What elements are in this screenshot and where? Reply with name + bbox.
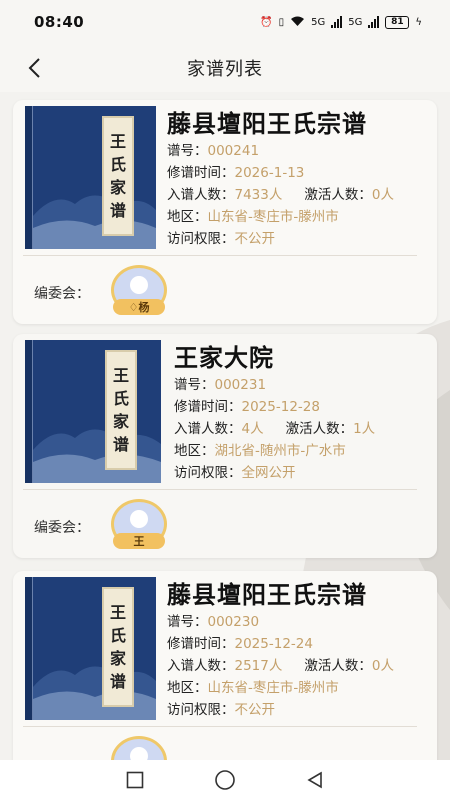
vibrate-icon: ▯: [278, 16, 285, 28]
card-title: 王家大院: [174, 344, 274, 372]
book-cover-image: 王氏家谱: [25, 577, 156, 720]
home-button[interactable]: [210, 765, 240, 795]
square-icon: [126, 771, 144, 789]
book-cover-image: 王氏家谱: [25, 340, 161, 483]
committee-avatar[interactable]: [111, 736, 167, 760]
charging-icon: ϟ: [415, 16, 422, 28]
cover-label: 王氏家谱: [102, 587, 134, 707]
committee-avatar[interactable]: ♢ 杨: [111, 265, 167, 315]
genealogy-card[interactable]: 王氏家谱 藤县壇阳王氏宗谱 谱号： 000230 修谱时间： 2025-12-24 …: [13, 571, 437, 760]
genealogy-card[interactable]: 王氏家谱 王家大院 谱号： 000231 修谱时间： 2025-12-28 入谱人数…: [13, 334, 437, 558]
avatar-badge: ♢ 杨: [113, 299, 165, 315]
signal-icon-2: [368, 16, 380, 28]
nav-bar: 家谱列表: [0, 44, 450, 92]
battery-level: 81: [391, 17, 404, 27]
card-info: 谱号： 000230 修谱时间： 2025-12-24 入谱人数： 2517人 激活人数…: [167, 614, 394, 718]
committee-label: 编委会：: [34, 520, 90, 536]
chevron-left-icon: [28, 58, 40, 78]
triangle-back-icon: [307, 771, 322, 789]
recents-button[interactable]: [120, 765, 150, 795]
back-button[interactable]: [20, 54, 48, 82]
cover-label: 王氏家谱: [105, 350, 137, 470]
card-title: 藤县壇阳王氏宗谱: [167, 581, 367, 609]
alarm-icon: ⏰: [260, 16, 273, 28]
avatar-badge: 王: [113, 533, 165, 549]
card-info: 谱号： 000231 修谱时间： 2025-12-28 入谱人数： 4人 激活人数： 1人…: [174, 377, 376, 481]
user-avatar-icon: [130, 747, 148, 760]
genealogy-list: 王氏家谱 藤县壇阳王氏宗谱 谱号： 000241 修谱时间： 2026-1-13 入…: [0, 92, 450, 760]
card-title: 藤县壇阳王氏宗谱: [167, 110, 367, 138]
system-back-button[interactable]: [300, 765, 330, 795]
book-cover-image: 王氏家谱: [25, 106, 156, 249]
status-time: 08:40: [34, 13, 85, 31]
diamond-icon: ♢: [128, 300, 139, 314]
circle-icon: [215, 770, 235, 790]
committee-avatar[interactable]: 王: [111, 499, 167, 549]
network-label-2: 5G: [348, 16, 363, 28]
divider: [23, 255, 417, 256]
status-bar: 08:40 ⏰ ▯ 5G 5G 81 ϟ: [0, 0, 450, 44]
page-title: 家谱列表: [187, 59, 263, 80]
network-label-1: 5G: [311, 16, 326, 28]
card-info: 谱号： 000241 修谱时间： 2026-1-13 入谱人数： 7433人 激活人数：…: [167, 143, 394, 247]
divider: [23, 489, 417, 490]
signal-icon-1: [331, 16, 343, 28]
genealogy-card[interactable]: 王氏家谱 藤县壇阳王氏宗谱 谱号： 000241 修谱时间： 2026-1-13 入…: [13, 100, 437, 324]
system-nav-bar: [0, 760, 450, 800]
committee-label: 编委会：: [34, 286, 90, 302]
battery-icon: 81: [385, 15, 410, 29]
cover-label: 王氏家谱: [102, 116, 134, 236]
wifi-icon: [290, 15, 305, 30]
divider: [23, 726, 417, 727]
status-icons: ⏰ ▯ 5G 5G 81 ϟ: [260, 15, 422, 30]
